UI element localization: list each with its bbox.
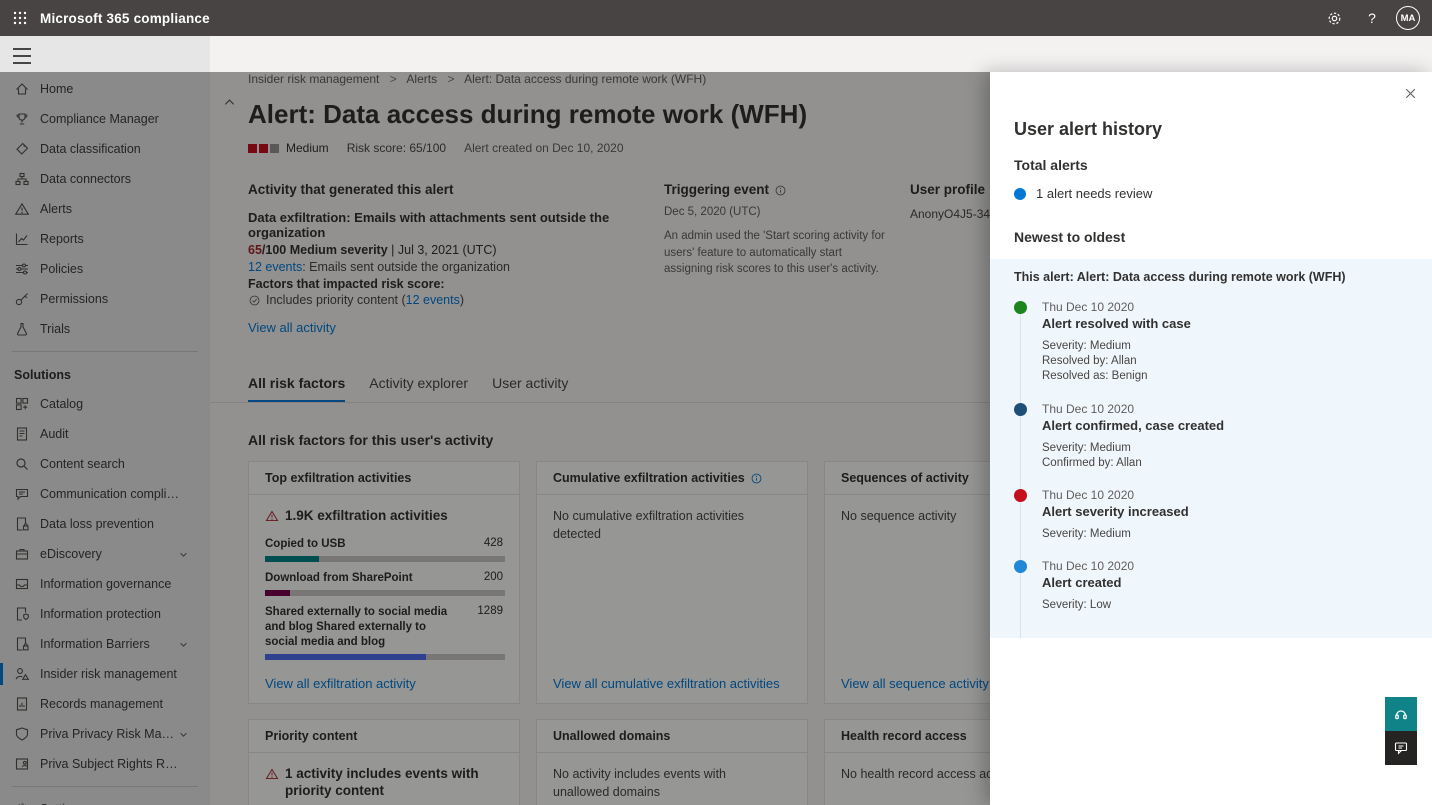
feedback-button[interactable] bbox=[1385, 731, 1417, 765]
this-alert-section: This alert: Alert: Data access during re… bbox=[990, 259, 1432, 638]
account-avatar[interactable]: MA bbox=[1396, 6, 1420, 30]
help-widget-button[interactable] bbox=[1385, 697, 1417, 731]
status-text: 1 alert needs review bbox=[1036, 186, 1152, 201]
timeline-details: Severity: Low bbox=[1042, 598, 1408, 613]
timeline-item-alert-severity-increased: Thu Dec 10 2020 Alert severity increased S… bbox=[1014, 488, 1408, 542]
timeline-dot bbox=[1014, 560, 1027, 573]
timeline-item-alert-confirmed-case-created: Thu Dec 10 2020 Alert confirmed, case cre… bbox=[1014, 402, 1408, 471]
status-dot bbox=[1014, 188, 1026, 200]
timeline-date: Thu Dec 10 2020 bbox=[1042, 402, 1408, 416]
nav-collapse-button[interactable] bbox=[13, 48, 33, 64]
feedback-bubble-icon bbox=[1393, 740, 1409, 756]
help-button[interactable]: ? bbox=[1358, 4, 1386, 32]
timeline-details: Severity: MediumResolved by: AllanResolv… bbox=[1042, 339, 1408, 385]
timeline-title: Alert severity increased bbox=[1042, 504, 1408, 519]
app-title: Microsoft 365 compliance bbox=[40, 11, 210, 26]
sort-order-heading: Newest to oldest bbox=[1014, 229, 1408, 245]
settings-gear-button[interactable] bbox=[1320, 4, 1348, 32]
timeline-date: Thu Dec 10 2020 bbox=[1042, 488, 1408, 502]
waffle-icon bbox=[12, 10, 28, 26]
timeline-dot bbox=[1014, 403, 1027, 416]
timeline-item-alert-created: Thu Dec 10 2020 Alert created Severity: Lo… bbox=[1014, 559, 1408, 613]
headset-icon bbox=[1393, 706, 1409, 722]
alert-timeline: Thu Dec 10 2020 Alert resolved with case S… bbox=[1014, 300, 1408, 632]
timeline-title: Alert confirmed, case created bbox=[1042, 418, 1408, 433]
this-alert-label: This alert: Alert: Data access during re… bbox=[1014, 270, 1408, 284]
timeline-title: Alert created bbox=[1042, 575, 1408, 590]
app-launcher-button[interactable] bbox=[0, 0, 40, 36]
alert-status-row: 1 alert needs review bbox=[1014, 186, 1408, 201]
suite-header: Microsoft 365 compliance ? MA bbox=[0, 0, 1432, 36]
timeline-details: Severity: Medium bbox=[1042, 527, 1408, 542]
user-alert-history-panel: User alert history Total alerts 1 alert … bbox=[990, 72, 1432, 805]
timeline-title: Alert resolved with case bbox=[1042, 316, 1408, 331]
timeline-dot bbox=[1014, 489, 1027, 502]
panel-close-button[interactable] bbox=[1403, 85, 1418, 103]
floating-buttons bbox=[1385, 697, 1417, 765]
timeline-dot bbox=[1014, 301, 1027, 314]
timeline-date: Thu Dec 10 2020 bbox=[1042, 300, 1408, 314]
question-icon: ? bbox=[1368, 10, 1376, 26]
panel-title: User alert history bbox=[1014, 119, 1408, 140]
close-icon bbox=[1403, 86, 1418, 101]
timeline-date: Thu Dec 10 2020 bbox=[1042, 559, 1408, 573]
gear-icon bbox=[1326, 10, 1343, 27]
timeline-details: Severity: MediumConfirmed by: Allan bbox=[1042, 441, 1408, 471]
total-alerts-heading: Total alerts bbox=[1014, 157, 1408, 173]
timeline-item-alert-resolved-with-case: Thu Dec 10 2020 Alert resolved with case S… bbox=[1014, 300, 1408, 385]
